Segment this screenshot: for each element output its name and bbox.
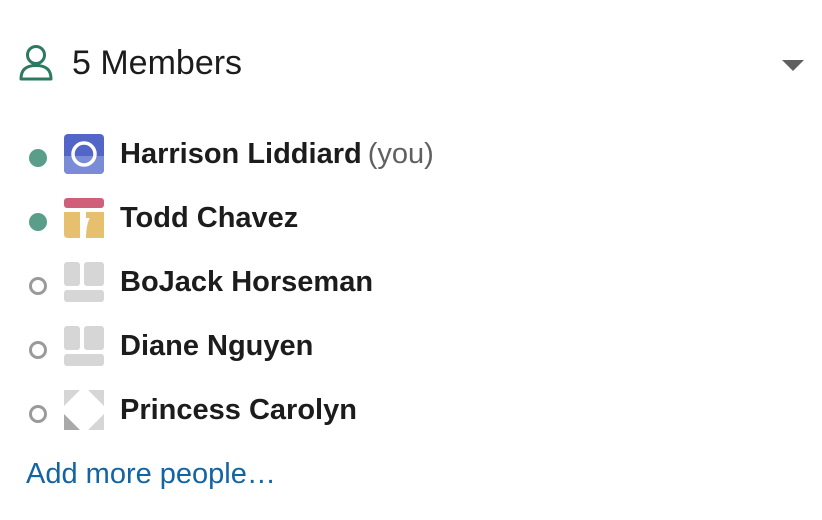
avatar	[64, 326, 104, 366]
online-status-icon	[29, 149, 47, 167]
caret-down-icon[interactable]	[782, 58, 804, 72]
member-todd-chavez[interactable]: Todd Chavez	[0, 186, 822, 250]
member-name: Princess Carolyn	[120, 394, 357, 426]
offline-status-icon	[29, 277, 47, 295]
person-outline-icon	[19, 45, 53, 81]
add-more-people-link[interactable]: Add more people…	[26, 456, 276, 492]
avatar	[64, 134, 104, 174]
avatar	[64, 390, 104, 430]
avatar	[64, 262, 104, 302]
avatar	[64, 198, 104, 238]
member-bojack-horseman[interactable]: BoJack Horseman	[0, 250, 822, 314]
member-you-label: (you)	[367, 138, 434, 170]
member-diane-nguyen[interactable]: Diane Nguyen	[0, 314, 822, 378]
members-count-title: 5 Members	[72, 44, 243, 82]
online-status-icon	[29, 213, 47, 231]
member-princess-carolyn[interactable]: Princess Carolyn	[0, 378, 822, 442]
members-header[interactable]: 5 Members	[0, 30, 822, 96]
member-harrison-liddiard[interactable]: Harrison Liddiard (you)	[0, 122, 822, 186]
offline-status-icon	[29, 405, 47, 423]
member-name: Diane Nguyen	[120, 330, 314, 362]
members-list: Harrison Liddiard (you) Todd Chavez BoJac…	[0, 122, 822, 442]
member-name: Todd Chavez	[120, 202, 299, 234]
offline-status-icon	[29, 341, 47, 359]
member-name: BoJack Horseman	[120, 266, 374, 298]
member-name: Harrison Liddiard	[120, 138, 362, 170]
